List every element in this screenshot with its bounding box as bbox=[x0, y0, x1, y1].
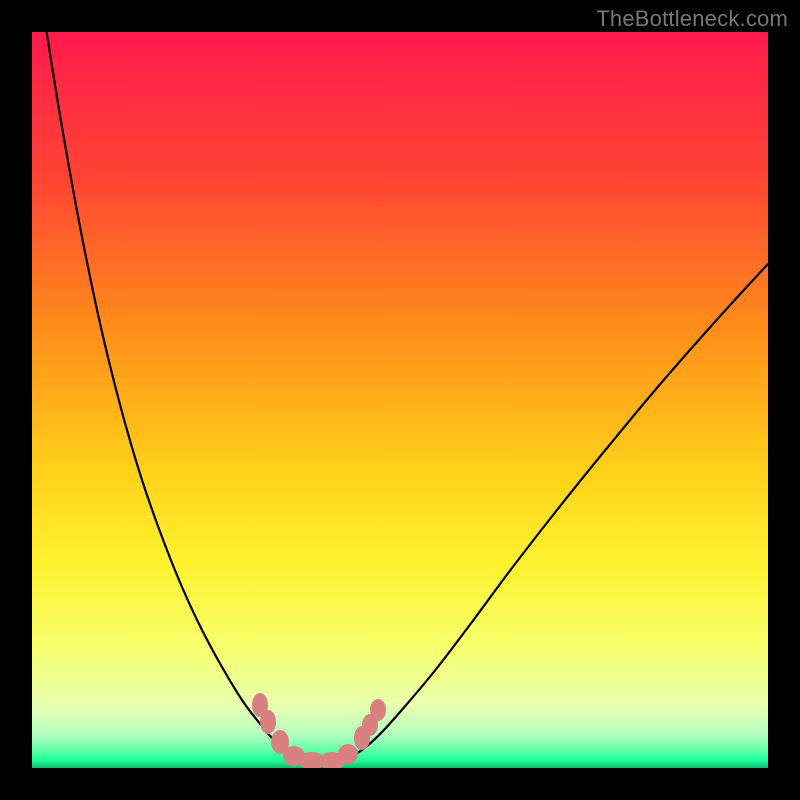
outer-black-frame: TheBottleneck.com bbox=[0, 0, 800, 800]
highlight-marker bbox=[338, 744, 358, 764]
series-left-curve bbox=[45, 32, 297, 758]
watermark-text: TheBottleneck.com bbox=[596, 6, 788, 32]
bottleneck-curve bbox=[32, 32, 768, 768]
series-right-curve bbox=[347, 264, 768, 758]
plot-area bbox=[32, 32, 768, 768]
highlight-marker bbox=[260, 710, 276, 734]
highlight-marker bbox=[370, 699, 386, 721]
